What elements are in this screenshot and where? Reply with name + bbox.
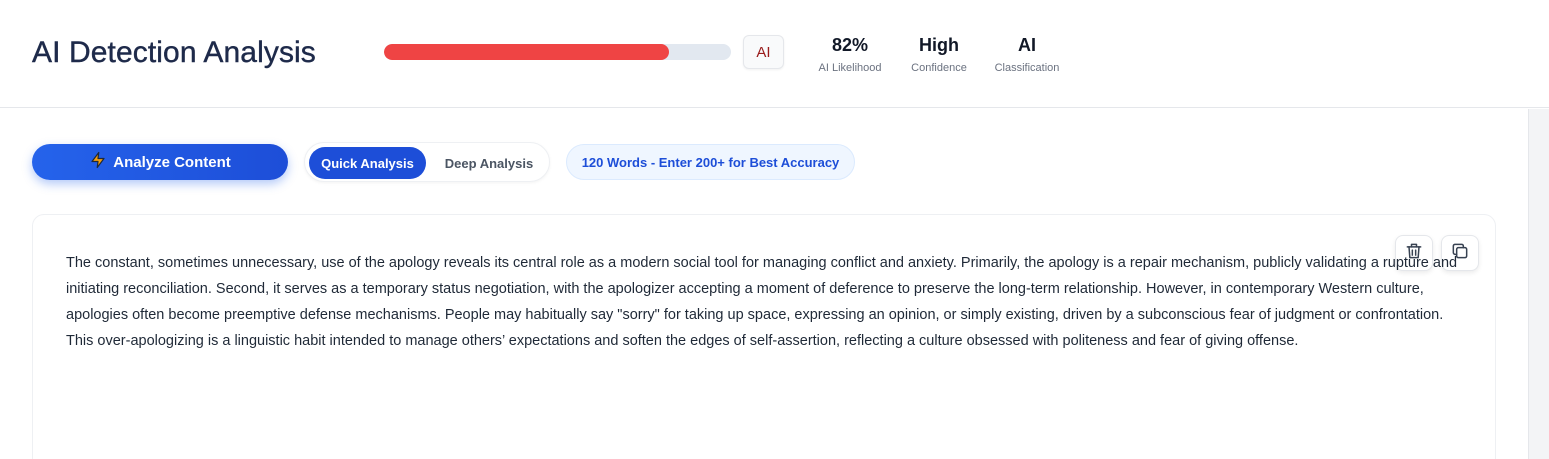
page-scrollbar[interactable] [1528,109,1549,459]
lightning-icon [89,151,107,173]
stat-value: High [919,35,959,55]
stat-value: AI [1018,35,1036,55]
quick-analysis-button[interactable]: Quick Analysis [309,147,426,179]
content-editor[interactable]: The constant, sometimes unnecessary, use… [32,214,1496,459]
ai-likelihood-bar [384,44,731,60]
stat-confidence: High Confidence [903,34,975,75]
stat-label: Classification [994,62,1060,74]
classification-tag: AI [743,35,784,69]
stat-ai-likelihood: 82% AI Likelihood [811,34,889,75]
analysis-mode-toggle: Quick Analysis Deep Analysis [304,142,550,182]
editor-text[interactable]: The constant, sometimes unnecessary, use… [66,250,1471,354]
stat-label: AI Likelihood [818,62,882,74]
deep-analysis-button[interactable]: Deep Analysis [433,147,545,179]
app-header: AI Detection Analysis AI 82% AI Likeliho… [0,0,1549,108]
stat-classification: AI Classification [988,34,1066,75]
stat-label: Confidence [911,62,967,74]
analyze-content-button[interactable]: Analyze Content [32,144,288,180]
stat-value: 82% [831,35,869,55]
word-count-badge: 120 Words - Enter 200+ for Best Accuracy [566,144,855,180]
page-title: AI Detection Analysis [32,36,316,69]
ai-likelihood-bar-fill [384,44,669,60]
analyze-content-label: Analyze Content [113,153,231,171]
